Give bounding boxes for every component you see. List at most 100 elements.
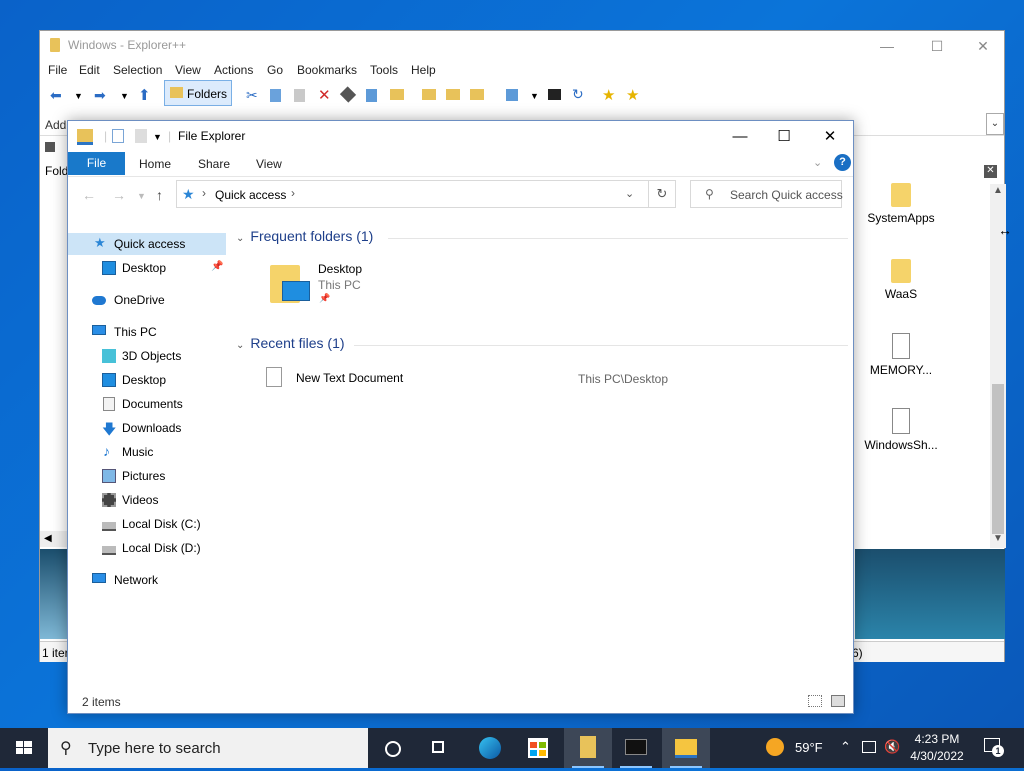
scroll-thumb[interactable] <box>992 384 1004 534</box>
menu-file[interactable]: File <box>48 63 67 77</box>
refresh-button[interactable]: ↻ <box>648 180 676 208</box>
up-arrow-icon[interactable]: ↑ <box>156 187 163 203</box>
maximize-button[interactable]: ☐ <box>922 35 952 57</box>
menu-actions[interactable]: Actions <box>214 63 253 77</box>
properties-icon[interactable] <box>366 89 377 102</box>
command-prompt-icon[interactable] <box>548 89 561 100</box>
volume-muted-icon[interactable]: 🔇 <box>884 739 900 755</box>
menu-selection[interactable]: Selection <box>113 63 162 77</box>
file-item[interactable]: WaaS <box>861 259 941 301</box>
nav-item-onedrive[interactable]: OneDrive <box>68 289 226 311</box>
close-pane-icon[interactable]: ✕ <box>984 165 997 178</box>
view-grid-icon[interactable] <box>506 89 518 101</box>
address-path[interactable]: Quick access <box>215 188 286 202</box>
taskbar-edge[interactable] <box>466 728 514 768</box>
menu-view[interactable]: View <box>175 63 201 77</box>
move-to-folder-icon[interactable] <box>470 89 484 100</box>
file-explorer-titlebar[interactable]: | ▼ | File Explorer — ☐ ✕ <box>68 121 853 152</box>
address-bar[interactable]: ★ › Quick access › ⌄ <box>176 180 676 208</box>
ribbon-share-tab[interactable]: Share <box>198 157 230 171</box>
notification-center-button[interactable]: 1 <box>984 738 1004 757</box>
nav-item-network[interactable]: Network <box>68 569 226 591</box>
details-view-icon[interactable] <box>808 695 822 707</box>
nav-item-local-disk-d[interactable]: Local Disk (D:) <box>68 537 226 559</box>
start-button[interactable] <box>0 728 48 768</box>
cut-icon[interactable]: ✂ <box>246 87 260 103</box>
add-bookmark-icon[interactable]: ★ <box>602 86 616 104</box>
nav-item-desktop-pinned[interactable]: Desktop 📌 <box>68 257 226 279</box>
up-arrow-icon[interactable]: ⬆ <box>138 86 152 104</box>
taskbar-search-input[interactable]: ⚲ Type here to search <box>48 728 368 768</box>
back-arrow-icon[interactable]: ⬅ <box>50 87 64 103</box>
nav-item-music[interactable]: ♪ Music <box>68 441 226 463</box>
new-folder-icon[interactable] <box>135 129 147 143</box>
taskbar-clock[interactable]: 4:23 PM 4/30/2022 <box>905 731 969 765</box>
nav-item-videos[interactable]: Videos <box>68 489 226 511</box>
recent-file-row[interactable]: New Text Document This PC\Desktop <box>264 367 844 389</box>
search-input[interactable]: ⚲ Search Quick access <box>690 180 843 208</box>
minimize-button[interactable]: — <box>717 123 763 151</box>
new-folder-icon[interactable] <box>422 89 436 100</box>
properties-icon[interactable] <box>112 129 124 143</box>
folders-button[interactable]: Folders <box>164 80 232 106</box>
nav-item-pictures[interactable]: Pictures <box>68 465 226 487</box>
nav-item-desktop[interactable]: Desktop <box>68 369 226 391</box>
maximize-button[interactable]: ☐ <box>761 123 807 151</box>
nav-item-quick-access[interactable]: ★ Quick access <box>68 233 226 255</box>
chevron-right-icon[interactable]: › <box>202 186 206 200</box>
bookmarks-icon[interactable]: ★ <box>626 86 640 104</box>
task-view-button[interactable] <box>416 728 464 768</box>
frequent-folder-item[interactable]: Desktop This PC 📌 <box>270 261 420 311</box>
taskbar-file-explorer[interactable] <box>662 728 710 768</box>
back-arrow-icon[interactable]: ← <box>82 187 96 203</box>
nav-item-downloads[interactable]: 🡇 Downloads <box>68 417 226 439</box>
vertical-scrollbar[interactable]: ▲ ▼ <box>990 184 1006 548</box>
menu-edit[interactable]: Edit <box>79 63 100 77</box>
taskbar-store[interactable] <box>514 728 562 768</box>
file-item[interactable]: MEMORY... <box>861 333 941 377</box>
weather-widget[interactable]: 59°F <box>764 736 834 760</box>
menu-bookmarks[interactable]: Bookmarks <box>297 63 357 77</box>
nav-item-3d-objects[interactable]: 3D Objects <box>68 345 226 367</box>
scroll-down-icon[interactable]: ▼ <box>990 532 1006 546</box>
refresh-icon[interactable]: ↻ <box>572 86 586 102</box>
taskbar-terminal[interactable] <box>612 728 660 768</box>
chevron-up-icon[interactable]: ⌃ <box>840 739 851 755</box>
frequent-folders-header[interactable]: ⌄ Frequent folders (1) <box>236 228 373 244</box>
paste-icon[interactable] <box>294 89 305 102</box>
copy-to-folder-icon[interactable] <box>446 89 460 100</box>
chevron-right-icon[interactable]: › <box>291 186 295 200</box>
menu-help[interactable]: Help <box>411 63 436 77</box>
close-button[interactable]: ✕ <box>968 35 998 57</box>
help-icon[interactable]: ? <box>834 154 851 171</box>
forward-arrow-icon[interactable]: → <box>112 187 126 203</box>
customize-dropdown-icon[interactable]: ▼ <box>153 132 162 142</box>
expand-ribbon-icon[interactable]: ⌄ <box>813 156 822 169</box>
scroll-left-icon[interactable]: ◀ <box>40 531 68 547</box>
recent-locations-icon[interactable]: ▼ <box>137 191 146 201</box>
explorerpp-titlebar[interactable]: Windows - Explorer++ — ☐ ✕ <box>40 31 1004 61</box>
menu-go[interactable]: Go <box>267 63 283 77</box>
scroll-up-icon[interactable]: ▲ <box>990 184 1006 198</box>
ribbon-home-tab[interactable]: Home <box>139 157 171 171</box>
chevron-down-icon[interactable]: ⌄ <box>625 187 634 200</box>
nav-item-this-pc[interactable]: This PC <box>68 321 226 343</box>
file-item[interactable]: WindowsSh... <box>861 408 941 452</box>
copy-icon[interactable] <box>270 89 281 102</box>
minimize-button[interactable]: — <box>872 35 902 57</box>
close-button[interactable]: ✕ <box>807 123 853 151</box>
menu-tools[interactable]: Tools <box>370 63 398 77</box>
cortana-button[interactable] <box>368 728 416 768</box>
dropdown-icon[interactable]: ▼ <box>530 91 544 105</box>
dropdown-icon[interactable]: ▼ <box>120 91 134 105</box>
file-item[interactable]: SystemApps <box>861 183 941 225</box>
nav-item-documents[interactable]: Documents <box>68 393 226 415</box>
ribbon-file-tab[interactable]: File <box>68 152 125 175</box>
large-icons-view-icon[interactable] <box>831 695 845 707</box>
delete-icon[interactable]: ✕ <box>318 86 332 104</box>
network-status-icon[interactable] <box>862 741 876 753</box>
forward-arrow-icon[interactable]: ➡ <box>94 87 108 103</box>
eraser-icon[interactable] <box>339 86 357 103</box>
ribbon-view-tab[interactable]: View <box>256 157 282 171</box>
chevron-down-icon[interactable]: ⌄ <box>986 113 1004 135</box>
